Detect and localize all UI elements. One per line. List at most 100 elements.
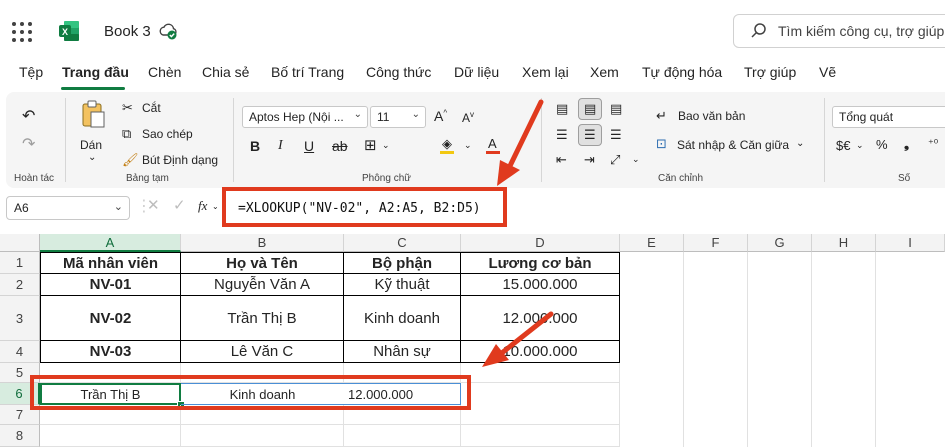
- column-header-e[interactable]: E: [620, 234, 684, 252]
- paste-button-label[interactable]: Dán: [80, 138, 102, 152]
- strikethrough-icon[interactable]: ab: [332, 138, 348, 154]
- align-bottom-button[interactable]: ▤: [605, 98, 629, 120]
- borders-icon[interactable]: ⊞: [364, 136, 377, 154]
- font-color-icon[interactable]: A: [488, 136, 497, 151]
- bold-icon[interactable]: B: [250, 138, 260, 154]
- menu-help[interactable]: Trợ giúp: [744, 64, 796, 80]
- app-launcher-icon[interactable]: [12, 22, 32, 42]
- menu-automate[interactable]: Tự động hóa: [642, 64, 722, 80]
- cell-d3[interactable]: 12.000.000: [461, 296, 620, 341]
- cell-b4[interactable]: Lê Văn C: [181, 341, 344, 363]
- menu-insert[interactable]: Chèn: [148, 64, 181, 80]
- name-box[interactable]: A6 ⌄: [6, 196, 130, 220]
- column-header-f[interactable]: F: [684, 234, 748, 252]
- menu-data[interactable]: Dữ liệu: [454, 64, 499, 80]
- column-header-a[interactable]: A: [40, 234, 181, 252]
- cell-d2[interactable]: 15.000.000: [461, 274, 620, 296]
- cell-d7[interactable]: [461, 405, 620, 425]
- increase-indent-icon[interactable]: ⇥: [584, 152, 595, 168]
- cell-b8[interactable]: [181, 425, 344, 447]
- merge-center-icon[interactable]: ⊡: [656, 136, 667, 152]
- cell-a8[interactable]: [40, 425, 181, 447]
- redo-icon[interactable]: ↷: [22, 134, 35, 154]
- column-header-b[interactable]: B: [181, 234, 344, 252]
- currency-format-button[interactable]: $€: [836, 138, 850, 153]
- font-name-select[interactable]: Aptos Hep (Nội ... ⌄: [242, 106, 368, 128]
- percent-icon[interactable]: %: [876, 137, 888, 152]
- menu-formulas[interactable]: Công thức: [366, 64, 431, 80]
- cell-c4[interactable]: Nhân sự: [344, 341, 461, 363]
- wrap-text-icon[interactable]: ↵: [656, 108, 667, 124]
- italic-icon[interactable]: I: [278, 138, 283, 154]
- paste-icon[interactable]: [80, 100, 106, 128]
- comma-style-icon[interactable]: ❟: [904, 136, 909, 152]
- workbook-title[interactable]: Book 3: [104, 23, 151, 40]
- font-size-select[interactable]: 11 ⌄: [370, 106, 426, 128]
- cell-c2[interactable]: Kỹ thuật: [344, 274, 461, 296]
- cut-button[interactable]: Cắt: [142, 101, 161, 115]
- merge-center-button[interactable]: Sát nhập & Căn giữa: [677, 138, 789, 152]
- cell-d1[interactable]: Lương cơ bản: [461, 252, 620, 274]
- undo-icon[interactable]: ↶: [22, 106, 35, 126]
- select-all-corner[interactable]: [0, 234, 40, 252]
- row-header-8[interactable]: 8: [0, 425, 40, 447]
- format-painter-icon[interactable]: 🖌: [122, 152, 139, 168]
- column-header-i[interactable]: I: [876, 234, 945, 252]
- increase-font-size-icon[interactable]: A^: [434, 108, 447, 124]
- column-header-h[interactable]: H: [812, 234, 876, 252]
- enter-icon[interactable]: ✓: [173, 196, 186, 214]
- fill-color-icon[interactable]: ◈: [442, 136, 452, 152]
- column-header-g[interactable]: G: [748, 234, 812, 252]
- chevron-down-icon[interactable]: ⌄: [856, 140, 864, 151]
- menu-file[interactable]: Tệp: [19, 64, 43, 80]
- decrease-font-size-icon[interactable]: Av: [462, 110, 474, 125]
- menu-share[interactable]: Chia sẻ: [202, 64, 249, 80]
- cell-d5[interactable]: [461, 363, 620, 383]
- cell-b1[interactable]: Họ và Tên: [181, 252, 344, 274]
- copy-icon[interactable]: ⧉: [122, 126, 131, 142]
- chevron-down-icon[interactable]: ⌄: [796, 138, 804, 149]
- menu-view[interactable]: Xem: [590, 64, 619, 80]
- cell-a2[interactable]: NV-01: [40, 274, 181, 296]
- insert-function-icon[interactable]: fx: [198, 198, 207, 214]
- row-header-1[interactable]: 1: [0, 252, 40, 274]
- format-painter-button[interactable]: Bút Định dạng: [142, 153, 218, 167]
- menu-review[interactable]: Xem lại: [522, 64, 569, 80]
- cell-c1[interactable]: Bộ phận: [344, 252, 461, 274]
- row-header-2[interactable]: 2: [0, 274, 40, 296]
- column-header-c[interactable]: C: [344, 234, 461, 252]
- menu-home[interactable]: Trang đầu: [62, 64, 129, 80]
- chevron-down-icon[interactable]: ⌄: [212, 202, 219, 211]
- align-right-button[interactable]: ☰: [605, 124, 629, 146]
- wrap-text-button[interactable]: Bao văn bản: [678, 109, 745, 123]
- cell-b2[interactable]: Nguyễn Văn A: [181, 274, 344, 296]
- cut-icon[interactable]: ✂: [122, 100, 133, 116]
- decrease-indent-icon[interactable]: ⇤: [556, 152, 567, 168]
- cell-c8[interactable]: [344, 425, 461, 447]
- cancel-icon[interactable]: ✕: [147, 196, 160, 214]
- cell-d8[interactable]: [461, 425, 620, 447]
- chevron-down-icon[interactable]: ⌄: [632, 154, 640, 165]
- cell-a4[interactable]: NV-03: [40, 341, 181, 363]
- cell-b3[interactable]: Trần Thị B: [181, 296, 344, 341]
- menu-page-layout[interactable]: Bố trí Trang: [271, 64, 344, 80]
- align-top-button[interactable]: ▤: [551, 98, 575, 120]
- chevron-down-icon[interactable]: ⌄: [88, 152, 96, 163]
- cell-a1[interactable]: Mã nhân viên: [40, 252, 181, 274]
- align-middle-button[interactable]: ▤: [578, 98, 602, 120]
- underline-icon[interactable]: U: [304, 138, 314, 154]
- cell-a3[interactable]: NV-02: [40, 296, 181, 341]
- search-box[interactable]: Tìm kiếm công cụ, trợ giúp: [733, 14, 945, 48]
- copy-button[interactable]: Sao chép: [142, 127, 193, 141]
- row-header-4[interactable]: 4: [0, 341, 40, 363]
- menu-draw[interactable]: Vẽ: [819, 64, 836, 80]
- increase-decimal-icon[interactable]: ⁺⁰: [928, 137, 938, 150]
- chevron-down-icon[interactable]: ⌄: [382, 140, 390, 151]
- column-header-d[interactable]: D: [461, 234, 620, 252]
- align-left-button[interactable]: ☰: [551, 124, 575, 146]
- orientation-icon[interactable]: ⤢: [610, 152, 620, 168]
- cell-c3[interactable]: Kinh doanh: [344, 296, 461, 341]
- chevron-down-icon[interactable]: ⌄: [464, 140, 472, 151]
- row-header-3[interactable]: 3: [0, 296, 40, 341]
- cell-d4[interactable]: 10.000.000: [461, 341, 620, 363]
